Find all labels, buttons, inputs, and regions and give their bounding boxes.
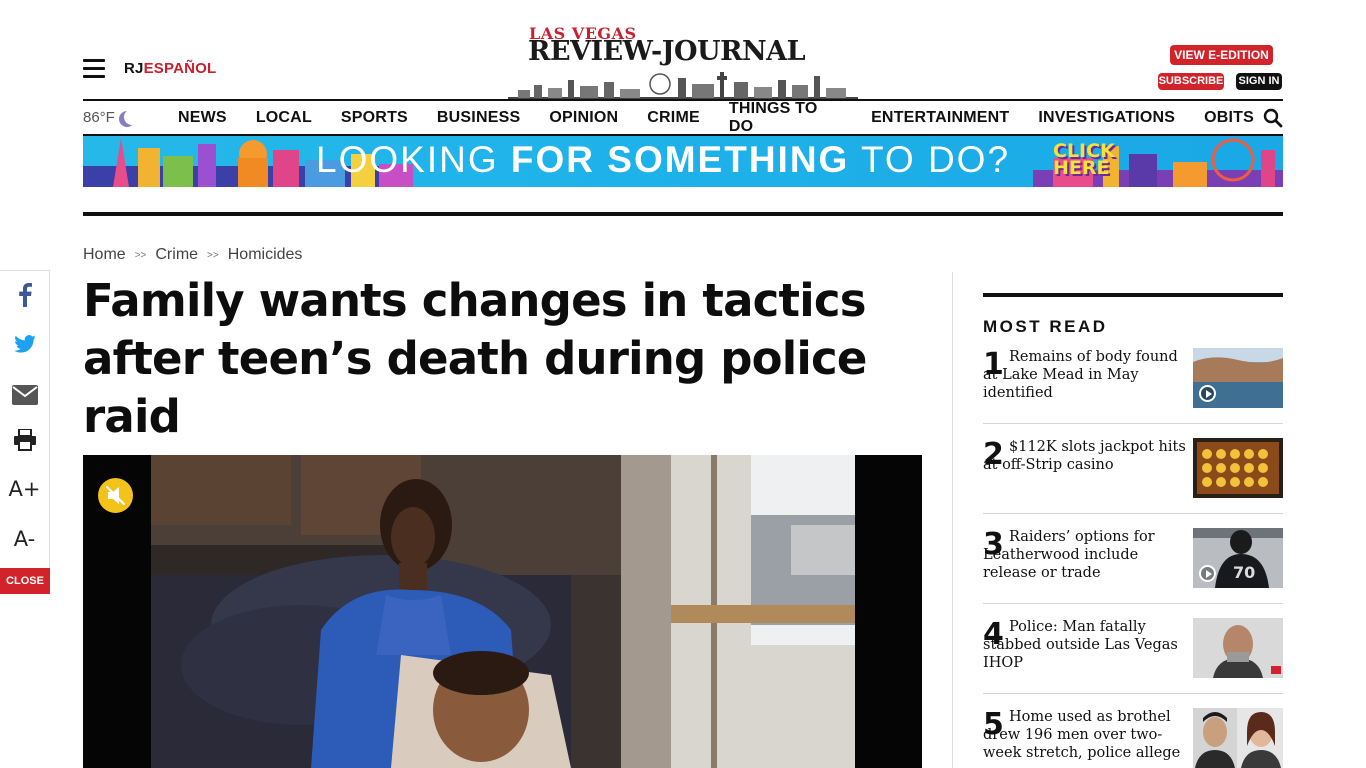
nav-item-things-to-do[interactable]: THINGS TO DO (729, 100, 842, 136)
rj-espanol-link[interactable]: RJESPAÑOL (124, 60, 216, 77)
skyline-icon (508, 72, 858, 99)
subscribe-button[interactable]: SUBSCRIBE (1158, 73, 1224, 90)
sign-in-button[interactable]: SIGN IN (1236, 73, 1282, 90)
banner-headline: LOOKING FOR SOMETHING TO DO? (316, 139, 1011, 180)
things-to-do-banner-ad[interactable]: LOOKING FOR SOMETHING TO DO? CLICK HERE (83, 136, 1283, 187)
most-read-headline[interactable]: Remains of body found at Lake Mead in Ma… (983, 348, 1188, 402)
most-read-headline[interactable]: Police: Man fatally stabbed outside Las … (983, 618, 1188, 672)
font-increase-button[interactable]: A+ (0, 477, 49, 501)
play-icon (1199, 385, 1216, 402)
facebook-icon[interactable] (0, 283, 49, 312)
moon-icon (124, 109, 140, 125)
most-read-item[interactable]: 3 Raiders’ options for Leatherwood inclu… (983, 528, 1283, 618)
search-icon[interactable] (1263, 108, 1283, 128)
site-logo[interactable]: LAS VEGAS REVIEW-JOURNAL (508, 22, 858, 100)
banner-click-here[interactable]: CLICK HERE (1053, 142, 1115, 178)
column-divider (952, 272, 953, 768)
breadcrumb-separator: >> (134, 249, 147, 261)
mute-icon[interactable] (98, 478, 133, 513)
most-read-rule (983, 293, 1283, 297)
breadcrumb-crime[interactable]: Crime (155, 246, 198, 264)
nav-item-sports[interactable]: SPORTS (341, 109, 408, 127)
view-eedition-button[interactable]: VIEW E-EDITION (1170, 45, 1273, 65)
hamburger-menu-icon[interactable] (83, 59, 105, 78)
weather-widget[interactable]: 86°F (83, 109, 140, 126)
nav-item-crime[interactable]: CRIME (647, 109, 700, 127)
nav-item-business[interactable]: BUSINESS (437, 109, 520, 127)
video-frame-image (151, 455, 855, 768)
most-read-thumbnail[interactable] (1193, 708, 1283, 768)
most-read-thumbnail[interactable] (1193, 438, 1283, 498)
nav-item-opinion[interactable]: OPINION (549, 109, 618, 127)
breadcrumb-home[interactable]: Home (83, 246, 126, 264)
print-icon[interactable] (0, 428, 49, 456)
nav-links: NEWS LOCAL SPORTS BUSINESS OPINION CRIME… (178, 100, 1283, 136)
play-icon (1199, 565, 1216, 582)
most-read-separator (983, 423, 1283, 424)
logo-review-journal: REVIEW-JOURNAL (528, 36, 806, 67)
section-divider (83, 212, 1283, 216)
most-read-item[interactable]: 1 Remains of body found at Lake Mead in … (983, 348, 1283, 438)
nav-item-news[interactable]: NEWS (178, 109, 227, 127)
nav-item-local[interactable]: LOCAL (256, 109, 312, 127)
font-decrease-button[interactable]: A- (0, 527, 49, 551)
nav-item-obits[interactable]: OBITS (1204, 109, 1254, 127)
article-headline: Family wants changes in tactics after te… (83, 274, 867, 443)
article-video-player[interactable] (83, 455, 922, 768)
main-nav: 86°F NEWS LOCAL SPORTS BUSINESS OPINION … (83, 99, 1283, 136)
most-read-separator (983, 513, 1283, 514)
share-sidebar: A+ A- (0, 270, 50, 594)
most-read-item[interactable]: 2 $112K slots jackpot hits at off-Strip … (983, 438, 1283, 528)
breadcrumb-homicides[interactable]: Homicides (228, 246, 303, 264)
twitter-icon[interactable] (0, 335, 49, 358)
most-read-headline[interactable]: Raiders’ options for Leatherwood include… (983, 528, 1188, 582)
email-icon[interactable] (0, 385, 49, 410)
weather-temp: 86°F (83, 109, 115, 126)
most-read-headline[interactable]: Home used as brothel drew 196 men over t… (983, 708, 1188, 762)
most-read-item[interactable]: 4 Police: Man fatally stabbed outside La… (983, 618, 1283, 708)
share-close-button[interactable]: CLOSE (0, 568, 50, 594)
most-read-separator (983, 603, 1283, 604)
most-read-thumbnail[interactable] (1193, 618, 1283, 678)
most-read-thumbnail[interactable] (1193, 348, 1283, 408)
breadcrumb-separator: >> (207, 249, 219, 261)
most-read-separator (983, 693, 1283, 694)
most-read-item[interactable]: 5 Home used as brothel drew 196 men over… (983, 708, 1283, 768)
breadcrumb: Home >> Crime >> Homicides (83, 246, 302, 264)
nav-item-entertainment[interactable]: ENTERTAINMENT (871, 109, 1009, 127)
most-read-title: MOST READ (983, 317, 1108, 336)
most-read-thumbnail[interactable]: 70 (1193, 528, 1283, 588)
nav-item-investigations[interactable]: INVESTIGATIONS (1038, 109, 1175, 127)
svg-text:70: 70 (1233, 563, 1255, 582)
most-read-headline[interactable]: $112K slots jackpot hits at off-Strip ca… (983, 438, 1188, 474)
